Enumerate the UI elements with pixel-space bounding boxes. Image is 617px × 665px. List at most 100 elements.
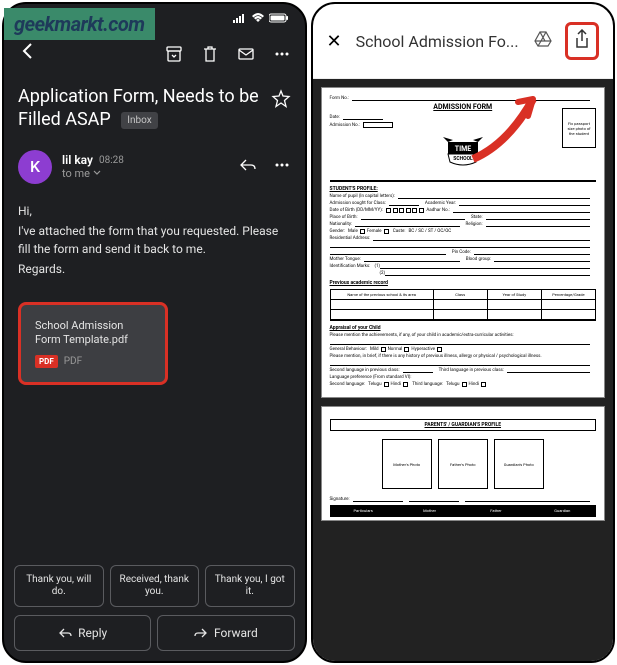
hindi2: Hindi: [469, 382, 479, 387]
screenshots-container: 08:30 Application Form, Needs to be Fill…: [0, 0, 617, 665]
pdf-toolbar: ✕ School Admission Fo...: [313, 4, 614, 79]
sender-name: lil kay: [62, 153, 93, 167]
hindi1: Hindi: [391, 382, 401, 387]
caste-opts: BC / SC / ST / OC/OC: [408, 229, 451, 234]
star-button[interactable]: [271, 89, 291, 114]
pdf-page-2: PARENTS' / GUARDIAN'S PROFILE Mother's P…: [321, 406, 606, 521]
pdf-badge-icon: PDF: [35, 355, 58, 368]
tl: Third language:: [412, 382, 443, 387]
avatar[interactable]: K: [18, 150, 52, 184]
photo-box: Fix passport size photo of the student: [562, 108, 596, 148]
pth1: Particulars: [331, 506, 397, 515]
pob-label: Place of Birth:: [330, 215, 358, 220]
recipient-line[interactable]: to me: [62, 167, 229, 180]
form-no-label: Form No.:: [330, 96, 350, 101]
forward-button[interactable]: Forward: [157, 615, 294, 651]
nat-label: Nationality:: [330, 222, 353, 227]
blood-label: Blood group:: [466, 257, 491, 262]
date-label: Date:: [330, 115, 340, 120]
reply-icon[interactable]: [239, 156, 257, 178]
reply-button[interactable]: Reply: [14, 615, 151, 651]
class-label: Admission sought for Class:: [330, 201, 386, 206]
dob-label: Date of Birth (DD/MM/YY):: [330, 208, 383, 213]
forward-label: Forward: [214, 626, 258, 640]
drive-icon[interactable]: [533, 29, 553, 53]
more-sender-icon[interactable]: [273, 156, 291, 178]
prev-section: Previous academic record: [330, 280, 597, 286]
reply-arrow-icon: [58, 626, 72, 640]
student-section: STUDENT'S PROFILE:: [330, 186, 597, 192]
chevron-down-icon: [93, 167, 101, 180]
sender-time: 08:28: [99, 155, 124, 166]
email-app-screen: 08:30 Application Form, Needs to be Fill…: [2, 2, 307, 663]
body-greeting: Hi,: [18, 202, 291, 220]
watermark-badge: geekmarkt.com: [4, 8, 155, 40]
mt-label: Mother Tongue:: [330, 257, 361, 262]
pdf-title: School Admission Fo...: [356, 32, 519, 51]
wifi-icon: [251, 12, 265, 27]
lang-pref: Language preference (From standard VI):: [330, 375, 412, 380]
battery-icon: [269, 12, 289, 27]
pdf-viewer-screen: ✕ School Admission Fo... Form No.: ADMIS…: [311, 2, 616, 663]
rel-label: Religion:: [466, 222, 483, 227]
aadhar-label: Aadhar No.:: [426, 208, 450, 213]
attachment-card[interactable]: School Admission Form Template.pdf PDF P…: [18, 302, 168, 386]
quick-reply-1[interactable]: Thank you, will do.: [14, 565, 104, 607]
prev-table: Name of the previous school & its areaCl…: [330, 289, 597, 321]
pin-label: Pin Code:: [452, 250, 471, 255]
sl-prev: Second language in previous class:: [330, 368, 400, 373]
parents-section: PARENTS' / GUARDIAN'S PROFILE: [330, 419, 597, 431]
history-text: Please mention, in brief, if there is an…: [330, 354, 542, 359]
back-button[interactable]: [18, 41, 38, 67]
pth4: Guardian: [530, 506, 595, 515]
more-icon[interactable]: [273, 45, 291, 63]
close-button[interactable]: ✕: [327, 31, 342, 52]
admission-no-label: Admission No.:: [330, 123, 360, 128]
sig-label: Signature:: [330, 497, 350, 502]
hyper: Hyperactive: [411, 347, 435, 352]
year-label: Academic Year:: [425, 201, 456, 206]
th3: Year of Study: [488, 290, 542, 299]
beh-label: General Behaviour:: [330, 347, 367, 352]
tl-prev: Third language in previous class:: [439, 368, 504, 373]
addr-label: Residential Address:: [330, 236, 371, 241]
attachment-filename: School Admission Form Template.pdf: [35, 319, 151, 348]
th2: Class: [434, 290, 488, 299]
male-opt: Male: [348, 229, 358, 234]
telugu1: Telugu: [368, 382, 381, 387]
appraisal-text: Please mention the achievements, if any,…: [330, 333, 514, 338]
telugu2: Telugu: [446, 382, 459, 387]
attachment-type: PDF: [64, 356, 82, 367]
female-opt: Female: [367, 229, 382, 234]
father-photo-box: Father's Photo: [438, 439, 488, 489]
appraisal-section: Appraisal of your Child: [330, 325, 597, 331]
name-label: Name of pupil (In capital letters):: [330, 194, 395, 199]
pth2: Mother: [397, 506, 463, 515]
quick-replies: Thank you, will do. Received, thank you.…: [4, 565, 305, 607]
id-label: Identification Marks:: [330, 264, 371, 269]
subject-row: Application Form, Needs to be Filled ASA…: [4, 77, 305, 146]
trash-icon[interactable]: [201, 45, 219, 63]
mother-photo-box: Mother's Photo: [382, 439, 432, 489]
sl: Second language:: [330, 382, 366, 387]
signal-icon: [233, 12, 247, 27]
mail-icon[interactable]: [237, 45, 255, 63]
quick-reply-2[interactable]: Received, thank you.: [110, 565, 200, 607]
email-subject: Application Form, Needs to be Filled ASA…: [18, 85, 261, 132]
pth3: Father: [463, 506, 529, 515]
th4: Percentage/Grade: [542, 290, 595, 299]
share-button[interactable]: [565, 22, 599, 60]
quick-reply-3[interactable]: Thank you, I got it.: [205, 565, 295, 607]
inbox-tag[interactable]: Inbox: [121, 112, 157, 129]
recipient-text: to me: [62, 167, 90, 180]
annotation-arrow: [458, 74, 558, 178]
status-indicators: [233, 12, 289, 27]
th1: Name of the previous school & its area: [331, 290, 434, 299]
forward-arrow-icon: [194, 626, 208, 640]
email-body: Hi, I've attached the form that you requ…: [4, 196, 305, 286]
normal: Normal: [388, 347, 403, 352]
sender-row: K lil kay 08:28 to me: [4, 146, 305, 196]
archive-icon[interactable]: [165, 45, 183, 63]
mild: Mild: [370, 347, 379, 352]
reply-label: Reply: [78, 626, 107, 640]
